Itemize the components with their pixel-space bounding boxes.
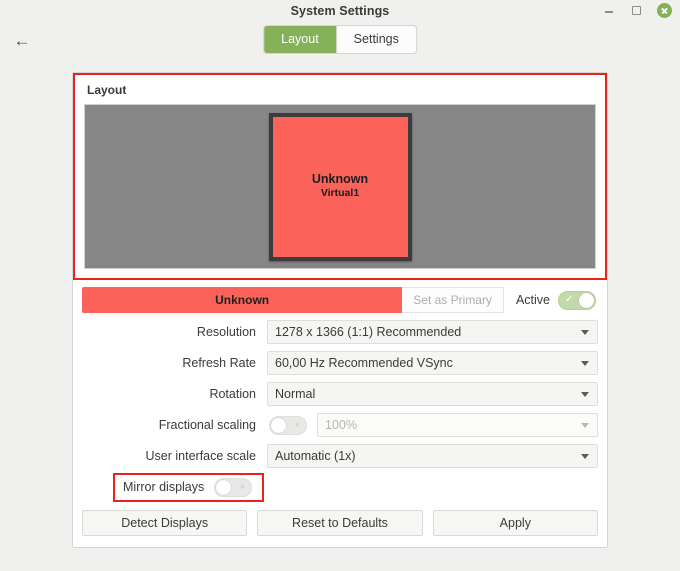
resolution-label: Resolution xyxy=(196,325,256,339)
app-header: ← Layout Settings xyxy=(0,22,680,60)
mirror-displays-annotation: Mirror displays × xyxy=(113,472,265,502)
row-refresh-rate: Refresh Rate 60,00 Hz Recommended VSync xyxy=(82,351,598,375)
active-toggle-group: Active ✓ xyxy=(504,287,598,313)
display-settings-form: Resolution 1278 x 1366 (1:1) Recommended… xyxy=(73,313,607,502)
toggle-knob xyxy=(579,292,594,308)
toggle-cross-icon: × xyxy=(294,419,300,430)
fractional-scaling-label: Fractional scaling xyxy=(158,418,256,432)
action-button-row: Detect Displays Reset to Defaults Apply xyxy=(73,499,607,547)
chevron-down-icon xyxy=(581,361,589,366)
chevron-down-icon xyxy=(581,454,589,459)
minimize-button[interactable] xyxy=(601,3,616,18)
row-fractional-scaling: Fractional scaling × 100% xyxy=(82,413,598,437)
rotation-label: Rotation xyxy=(209,387,256,401)
rotation-value: Normal xyxy=(275,387,316,401)
row-rotation: Rotation Normal xyxy=(82,382,598,406)
row-mirror-displays: Mirror displays × xyxy=(82,472,598,502)
close-icon xyxy=(657,3,672,18)
set-as-primary-button[interactable]: Set as Primary xyxy=(402,287,504,313)
maximize-button[interactable] xyxy=(629,3,644,18)
monitor-name: Unknown xyxy=(311,171,369,186)
mirror-displays-toggle[interactable]: × xyxy=(214,477,253,497)
window-titlebar: System Settings xyxy=(0,0,680,22)
display-arrangement-canvas[interactable]: Unknown Virtual1 xyxy=(84,104,596,269)
toggle-knob xyxy=(271,417,286,433)
tab-bar: Layout Settings xyxy=(264,26,416,53)
chevron-down-icon xyxy=(581,330,589,335)
refresh-rate-select[interactable]: 60,00 Hz Recommended VSync xyxy=(267,351,598,375)
window-controls xyxy=(601,3,672,18)
monitor-id: Virtual1 xyxy=(320,187,360,200)
settings-panel: Layout Unknown Virtual1 Unknown Set as P… xyxy=(72,72,608,548)
mirror-displays-label: Mirror displays xyxy=(123,480,205,494)
toggle-check-icon: ✓ xyxy=(565,294,574,305)
ui-scale-label: User interface scale xyxy=(145,449,256,463)
refresh-rate-label: Refresh Rate xyxy=(182,356,256,370)
fractional-scaling-toggle[interactable]: × xyxy=(269,415,307,435)
toggle-knob xyxy=(216,479,232,495)
back-button[interactable]: ← xyxy=(9,27,35,53)
minimize-icon xyxy=(604,11,613,13)
close-button[interactable] xyxy=(657,3,672,18)
window-title: System Settings xyxy=(290,4,390,18)
rotation-select[interactable]: Normal xyxy=(267,382,598,406)
ui-scale-select[interactable]: Automatic (1x) xyxy=(267,444,598,468)
fractional-scaling-value: 100% xyxy=(325,418,357,432)
display-chip-unknown[interactable]: Unknown xyxy=(82,287,403,313)
refresh-rate-value: 60,00 Hz Recommended VSync xyxy=(275,356,453,370)
active-toggle[interactable]: ✓ xyxy=(558,290,596,310)
tab-layout[interactable]: Layout xyxy=(264,26,337,53)
layout-group-title: Layout xyxy=(87,83,127,97)
detect-displays-button[interactable]: Detect Displays xyxy=(82,510,248,536)
ui-scale-value: Automatic (1x) xyxy=(275,449,356,463)
chevron-down-icon xyxy=(581,423,589,428)
resolution-select[interactable]: 1278 x 1366 (1:1) Recommended xyxy=(267,320,598,344)
layout-group: Layout Unknown Virtual1 xyxy=(73,73,607,280)
chevron-down-icon xyxy=(581,392,589,397)
reset-to-defaults-button[interactable]: Reset to Defaults xyxy=(257,510,423,536)
tab-settings[interactable]: Settings xyxy=(336,26,416,53)
row-ui-scale: User interface scale Automatic (1x) xyxy=(82,444,598,468)
fractional-scaling-toggle-cell: × xyxy=(267,415,317,435)
display-selector-row: Unknown Set as Primary Active ✓ xyxy=(82,287,598,313)
active-label: Active xyxy=(515,293,550,307)
monitor-virtual1[interactable]: Unknown Virtual1 xyxy=(268,112,412,261)
row-resolution: Resolution 1278 x 1366 (1:1) Recommended xyxy=(82,320,598,344)
back-arrow-icon: ← xyxy=(13,30,31,50)
apply-button[interactable]: Apply xyxy=(432,510,598,536)
fractional-scaling-select[interactable]: 100% xyxy=(317,413,598,437)
resolution-value: 1278 x 1366 (1:1) Recommended xyxy=(275,325,462,339)
toggle-cross-icon: × xyxy=(240,481,246,492)
maximize-icon xyxy=(632,6,641,15)
